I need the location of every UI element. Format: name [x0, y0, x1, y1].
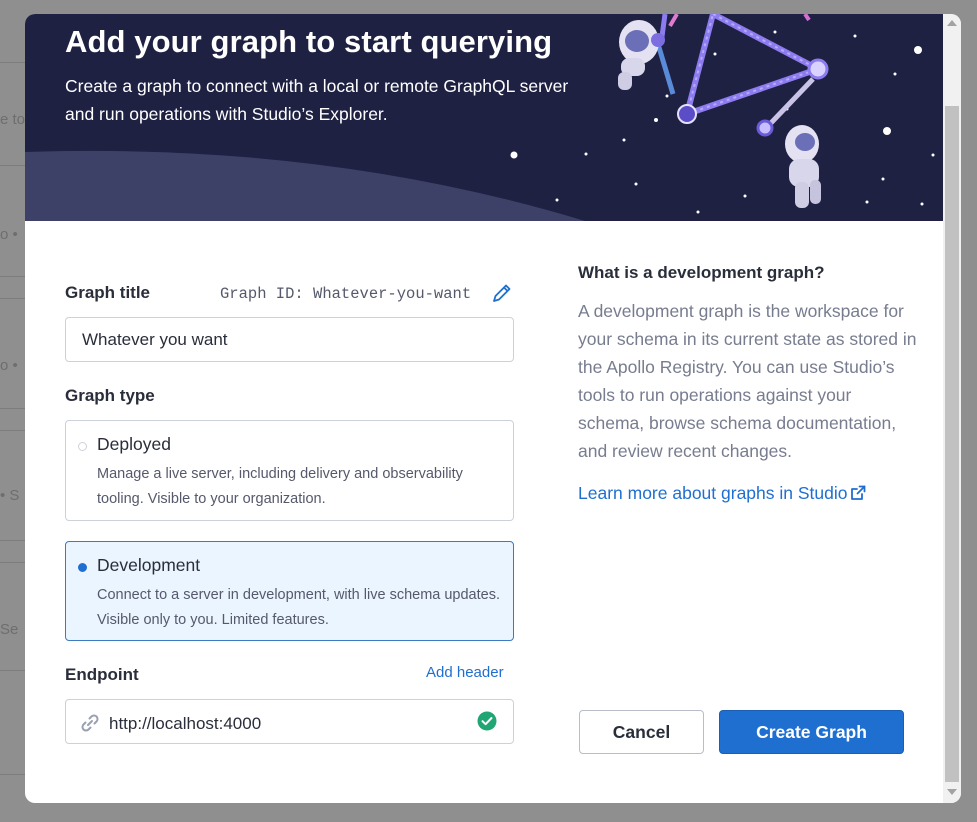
graph-type-label: Graph type: [65, 386, 155, 405]
create-graph-dialog: Add your graph to start querying Create …: [25, 14, 961, 803]
info-title: What is a development graph?: [578, 263, 825, 282]
option-title: Deployed: [97, 434, 171, 454]
info-body: A development graph is the workspace for…: [578, 301, 917, 461]
pencil-icon[interactable]: [491, 282, 513, 304]
background-text: • S: [0, 487, 20, 504]
scroll-down-arrow[interactable]: [947, 789, 957, 795]
radio-icon[interactable]: [78, 563, 87, 572]
background-text: Se: [0, 621, 19, 638]
graph-title-input[interactable]: Whatever you want: [65, 317, 514, 362]
graph-type-option-development[interactable]: Development Connect to a server in devel…: [65, 541, 514, 641]
external-link-icon[interactable]: [850, 485, 866, 501]
graph-id-text: Graph ID: Whatever-you-want: [220, 285, 472, 303]
option-description: Connect to a server in development, with…: [97, 587, 500, 628]
link-icon: [81, 714, 99, 732]
graph-type-option-deployed[interactable]: Deployed Manage a live server, including…: [65, 420, 514, 521]
create-graph-button[interactable]: Create Graph: [719, 710, 904, 754]
hero-banner: Add your graph to start querying Create …: [25, 14, 943, 221]
add-header-link[interactable]: Add header: [426, 664, 504, 681]
background-text: o •: [0, 226, 18, 243]
dialog-subtitle: Create a graph to connect with a local o…: [65, 76, 569, 124]
option-description: Manage a live server, including delivery…: [97, 466, 463, 507]
radio-icon[interactable]: [78, 442, 87, 451]
background-text: o •: [0, 357, 18, 374]
scroll-thumb[interactable]: [945, 106, 959, 782]
endpoint-label: Endpoint: [65, 665, 139, 684]
graph-title-label: Graph title: [65, 283, 151, 302]
cancel-button[interactable]: Cancel: [579, 710, 704, 754]
dialog-title: Add your graph to start querying: [65, 24, 553, 59]
check-circle-icon: [477, 711, 497, 731]
scroll-up-arrow[interactable]: [947, 20, 957, 26]
endpoint-value: http://localhost:4000: [109, 714, 262, 733]
option-title: Development: [97, 555, 201, 575]
learn-more-link[interactable]: Learn more about graphs in Studio: [578, 483, 866, 504]
learn-more-label[interactable]: Learn more about graphs in Studio: [578, 483, 847, 503]
scrollbar[interactable]: [943, 14, 961, 803]
background-text: e to: [0, 111, 26, 128]
